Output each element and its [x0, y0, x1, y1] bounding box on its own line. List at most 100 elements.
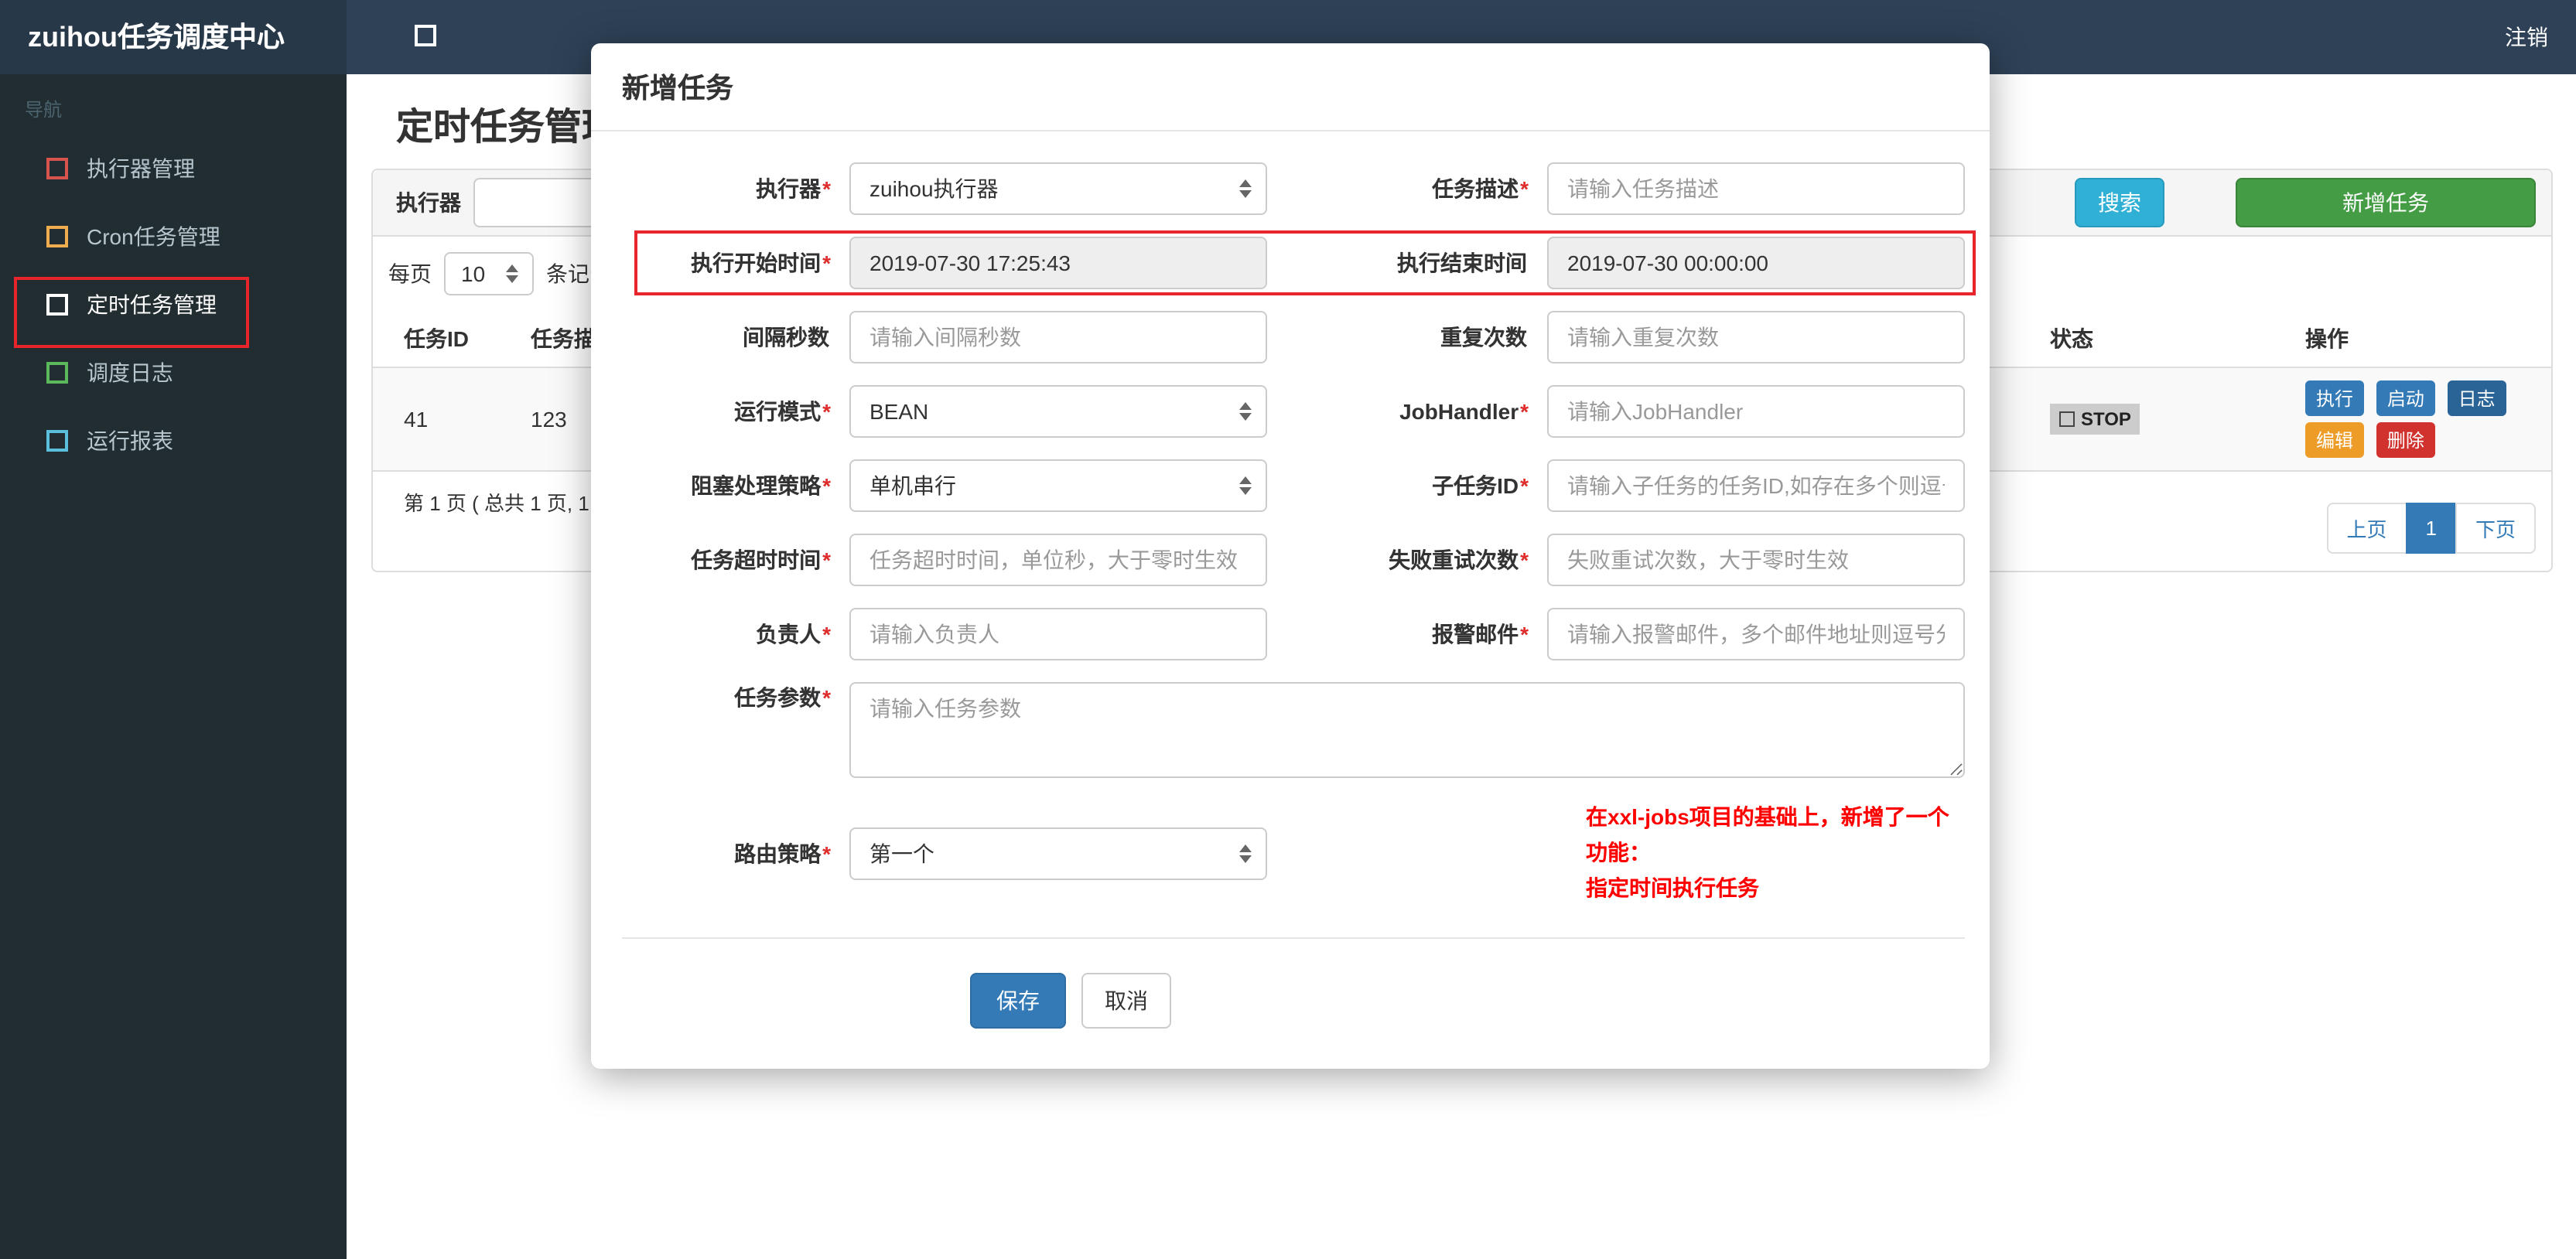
form-row-job-param: 任务参数 * [622, 682, 1965, 778]
run-mode-select[interactable]: BEAN [849, 385, 1267, 438]
prev-page-button[interactable]: 上页 [2326, 503, 2407, 554]
run-button[interactable]: 执行 [2305, 380, 2365, 416]
next-page-button[interactable]: 下页 [2455, 503, 2536, 554]
col-task-id: 任务ID [373, 311, 518, 368]
sidebar-item-label: 运行报表 [87, 428, 173, 453]
end-time-label: 执行结束时间 [1397, 251, 1527, 275]
block-strategy-label: 阻塞处理策略 * [691, 473, 831, 498]
action-line-2: 编辑 删除 [2305, 422, 2539, 458]
sidebar-section-label: 导航 [25, 99, 63, 121]
form-row-author: 负责人* 报警邮件* [622, 608, 1965, 660]
per-page-prefix: 每页 [388, 261, 432, 286]
add-task-modal: 新增任务 执行器* zuihou执行器 任务描述* 执行开始时间* [591, 43, 1990, 1070]
app-root: zuihou任务调度中心 注销 导航 执行器管理 Cron任务管理 定时任务管理… [0, 0, 2576, 1259]
select-arrows-icon [1239, 179, 1252, 198]
route-strategy-label: 路由策略 * [734, 841, 831, 866]
run-mode-label: 运行模式 * [734, 399, 831, 424]
stop-square-icon [2059, 411, 2075, 427]
action-line-1: 执行 启动 日志 [2305, 380, 2539, 416]
sidebar-item-executor-management[interactable]: 执行器管理 [0, 135, 347, 203]
square-icon [46, 430, 68, 452]
square-icon [46, 294, 68, 316]
job-desc-label: 任务描述 * [1432, 176, 1529, 201]
executor-label: 执行器 * [756, 176, 831, 201]
author-label: 负责人 * [756, 622, 831, 647]
col-actions: 操作 [2293, 311, 2551, 368]
delete-button[interactable]: 删除 [2376, 422, 2435, 458]
logout-link[interactable]: 注销 [2505, 0, 2548, 74]
start-button[interactable]: 启动 [2376, 380, 2435, 416]
cell-status: STOP [2038, 367, 2293, 472]
feature-note-line2: 指定时间执行任务 [1586, 875, 1759, 901]
fail-retry-input[interactable] [1547, 534, 1965, 586]
pagination: 上页 1 下页 [2326, 503, 2536, 554]
sidebar-toggle-icon[interactable] [415, 25, 436, 46]
timeout-label: 任务超时时间 * [691, 548, 831, 572]
modal-footer: 保存 取消 [591, 940, 1990, 1070]
start-time-input[interactable] [849, 237, 1267, 289]
form-row-exec-time: 执行开始时间* 执行结束时间 [622, 230, 1976, 295]
fail-retry-label: 失败重试次数 * [1389, 548, 1529, 572]
job-handler-label: JobHandler * [1399, 399, 1529, 424]
edit-button[interactable]: 编辑 [2305, 422, 2365, 458]
form-row-interval: 间隔秒数 重复次数 [622, 311, 1965, 363]
form-row-route-strategy: 路由策略 * 第一个 在xxl-jobs项目的基础上，新增了一个功能： 指定时间执… [622, 800, 1965, 907]
job-handler-input[interactable] [1547, 385, 1965, 438]
sidebar: 导航 执行器管理 Cron任务管理 定时任务管理 调度日志 运行报表 [0, 74, 347, 1259]
child-job-id-input[interactable] [1547, 459, 1965, 512]
interval-label: 间隔秒数 [743, 325, 829, 350]
log-button[interactable]: 日志 [2447, 380, 2506, 416]
route-strategy-select[interactable]: 第一个 [849, 827, 1267, 880]
select-arrows-icon [1239, 476, 1252, 495]
alarm-email-input[interactable] [1547, 608, 1965, 660]
modal-title: 新增任务 [591, 43, 1990, 131]
form-row-executor: 执行器 * zuihou执行器 任务描述 * [622, 162, 1965, 215]
start-time-label: 执行开始时间 * [691, 251, 831, 275]
timeout-input[interactable] [849, 534, 1267, 586]
sidebar-item-scheduled-task-management[interactable]: 定时任务管理 [0, 271, 347, 339]
repeat-count-label: 重复次数 [1440, 325, 1527, 350]
sidebar-item-cron-task-management[interactable]: Cron任务管理 [0, 203, 347, 271]
form-row-block-strategy: 阻塞处理策略 * 单机串行 子任务ID * [622, 459, 1965, 512]
interval-seconds-input[interactable] [849, 311, 1267, 363]
executor-filter-label: 执行器 [396, 190, 461, 215]
sidebar-item-run-report[interactable]: 运行报表 [0, 407, 347, 475]
sidebar-item-label: 定时任务管理 [87, 292, 217, 317]
form-row-run-mode: 运行模式 * BEAN JobHandler * [622, 385, 1965, 438]
search-button[interactable]: 搜索 [2075, 178, 2164, 227]
child-job-id-label: 子任务ID * [1432, 473, 1529, 498]
executor-select[interactable]: zuihou执行器 [849, 162, 1267, 215]
brand-title: zuihou任务调度中心 [0, 0, 347, 74]
modal-body: 执行器* zuihou执行器 任务描述* 执行开始时间* 执行结束时间 [591, 131, 1990, 1070]
alarm-email-label: 报警邮件 * [1432, 622, 1529, 647]
repeat-count-input[interactable] [1547, 311, 1965, 363]
cell-actions: 执行 启动 日志 编辑 删除 [2293, 367, 2551, 472]
sidebar-item-label: 调度日志 [87, 360, 173, 385]
select-arrows-icon [506, 264, 518, 283]
cell-task-id: 41 [373, 367, 518, 472]
select-arrows-icon [1239, 844, 1252, 863]
square-icon [46, 226, 68, 247]
block-strategy-select[interactable]: 单机串行 [849, 459, 1267, 512]
add-task-button[interactable]: 新增任务 [2236, 178, 2536, 227]
current-page-button[interactable]: 1 [2405, 503, 2457, 554]
job-param-label: 任务参数 * [734, 685, 831, 710]
status-badge: STOP [2050, 404, 2140, 435]
per-page-select[interactable]: 10 [444, 252, 534, 295]
author-input[interactable] [849, 608, 1267, 660]
square-icon [46, 362, 68, 384]
feature-note-line1: 在xxl-jobs项目的基础上，新增了一个功能： [1586, 804, 1949, 865]
feature-note: 在xxl-jobs项目的基础上，新增了一个功能： 指定时间执行任务 [1586, 800, 1965, 907]
cancel-button[interactable]: 取消 [1081, 973, 1171, 1029]
job-param-textarea[interactable] [849, 682, 1965, 778]
sidebar-item-label: Cron任务管理 [87, 224, 220, 249]
sidebar-item-dispatch-log[interactable]: 调度日志 [0, 339, 347, 407]
viewport: zuihou任务调度中心 注销 导航 执行器管理 Cron任务管理 定时任务管理… [0, 0, 2576, 1259]
job-desc-input[interactable] [1547, 162, 1965, 215]
save-button[interactable]: 保存 [970, 973, 1066, 1029]
end-time-input[interactable] [1547, 237, 1965, 289]
sidebar-item-label: 执行器管理 [87, 156, 195, 181]
square-icon [46, 158, 68, 179]
select-arrows-icon [1239, 402, 1252, 421]
col-status: 状态 [2038, 311, 2293, 368]
